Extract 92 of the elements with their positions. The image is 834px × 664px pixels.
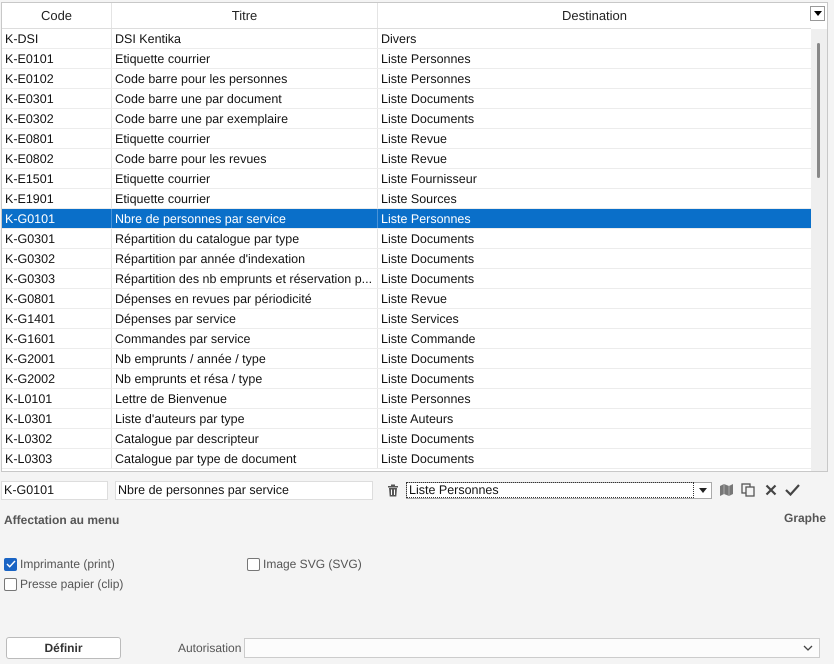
scrollbar[interactable] <box>811 29 827 471</box>
table-cell: Répartition par année d'indexation <box>112 249 378 268</box>
table-cell: Code barre une par document <box>112 89 378 108</box>
table-cell: Catalogue par type de document <box>112 449 378 468</box>
table-cell: K-E0302 <box>2 109 112 128</box>
table-cell-text: Liste Commande <box>380 330 476 348</box>
table-cell-text: Liste Documents <box>380 370 476 388</box>
table-cell-text: Liste Documents <box>380 250 476 268</box>
table-cell: Commandes par service <box>112 329 378 348</box>
caret-icon <box>814 11 822 16</box>
table-cell: K-G0302 <box>2 249 112 268</box>
table-cell: K-G2002 <box>2 369 112 388</box>
table-cell: K-L0302 <box>2 429 112 448</box>
graph-label: Graphe <box>784 511 826 525</box>
section-title: Affectation au menu <box>4 513 120 527</box>
checkbox-label: Imprimante (print) <box>20 557 115 571</box>
caret-icon <box>699 488 707 492</box>
column-menu-button[interactable] <box>810 6 825 21</box>
table-cell: K-G0801 <box>2 289 112 308</box>
table-cell: K-G1401 <box>2 309 112 328</box>
table-cell: Etiquette courrier <box>112 189 378 208</box>
table-cell-text: Liste Documents <box>380 430 476 448</box>
table-cell: Dépenses en revues par périodicité <box>112 289 378 308</box>
table-cell-text: Liste Fournisseur <box>380 170 478 188</box>
table-cell: K-L0303 <box>2 449 112 468</box>
table-cell: K-E0801 <box>2 129 112 148</box>
table-cell-text: Liste Documents <box>380 90 476 108</box>
table-cell: Code barre pour les revues <box>112 149 378 168</box>
table-cell: DSI Kentika <box>112 29 378 48</box>
title-field[interactable]: Nbre de personnes par service <box>115 480 373 500</box>
checkmark-icon[interactable] <box>785 484 800 496</box>
copy-icon[interactable] <box>741 483 755 497</box>
checkbox-label: Image SVG (SVG) <box>263 557 362 571</box>
table-cell-text: Liste Documents <box>380 270 476 288</box>
table-cell: Répartition du catalogue par type <box>112 229 378 248</box>
trash-icon[interactable] <box>387 484 399 496</box>
define-button[interactable]: Définir <box>6 637 121 659</box>
table-cell-text: Liste Personnes <box>380 390 472 408</box>
table-cell: K-E0301 <box>2 89 112 108</box>
checkbox[interactable] <box>247 558 260 570</box>
column-header[interactable]: Code <box>2 3 112 28</box>
table-cell: Etiquette courrier <box>112 49 378 68</box>
table-cell: K-G0303 <box>2 269 112 288</box>
table-cell-text: Liste Auteurs <box>380 410 454 428</box>
table-cell-text: Liste Documents <box>380 350 476 368</box>
code-field[interactable]: K-G0101 <box>1 480 108 500</box>
table-cell: Dépenses par service <box>112 309 378 328</box>
table-cell: K-G2001 <box>2 349 112 368</box>
table-cell: K-G0101 <box>2 209 112 228</box>
table-cell: K-E0802 <box>2 149 112 168</box>
destination-dropdown[interactable]: Liste Personnes <box>406 482 712 498</box>
table-cell-text: Liste Personnes <box>380 50 472 68</box>
table-cell: K-E0101 <box>2 49 112 68</box>
table-cell: K-G1601 <box>2 329 112 348</box>
table-cell-text: Liste Sources <box>380 190 458 208</box>
table-cell: K-DSI <box>2 29 112 48</box>
table-cell-text: Liste Services <box>380 310 460 328</box>
table-cell: K-E0102 <box>2 69 112 88</box>
table-cell: Nb emprunts et résa / type <box>112 369 378 388</box>
table-cell-text: Liste Documents <box>380 110 476 128</box>
chevron-icon <box>803 645 814 651</box>
table-cell: Etiquette courrier <box>112 129 378 148</box>
column-header[interactable]: Destination <box>378 3 811 28</box>
table-cell-text: Liste Personnes <box>380 210 472 228</box>
table-cell: K-G0301 <box>2 229 112 248</box>
close-icon[interactable] <box>765 484 777 496</box>
table-cell: K-E1901 <box>2 189 112 208</box>
authorization-label: Autorisation <box>178 641 242 655</box>
table-cell-text: Liste Revue <box>380 150 448 168</box>
table-cell-text: Liste Documents <box>380 450 476 468</box>
table-cell-text: Liste Documents <box>380 230 476 248</box>
map-icon[interactable] <box>719 483 734 497</box>
column-header[interactable]: Titre <box>112 3 378 28</box>
checkbox[interactable] <box>4 558 17 570</box>
table-cell-text: Liste Revue <box>380 290 448 308</box>
table-cell: Nb emprunts / année / type <box>112 349 378 368</box>
table-cell: Répartition des nb emprunts et réservation p... <box>112 269 378 288</box>
table-cell: K-L0301 <box>2 409 112 428</box>
table-cell: Nbre de personnes par service <box>112 209 378 228</box>
table-cell-text: Liste Revue <box>380 130 448 148</box>
checkbox-label: Presse papier (clip) <box>20 577 124 591</box>
table-cell: Code barre une par exemplaire <box>112 109 378 128</box>
table-cell: Liste d'auteurs par type <box>112 409 378 428</box>
table-cell: Etiquette courrier <box>112 169 378 188</box>
table-cell: Lettre de Bienvenue <box>112 389 378 408</box>
table-cell: K-E1501 <box>2 169 112 188</box>
checkbox[interactable] <box>4 578 17 590</box>
table-cell-text: Divers <box>380 30 418 48</box>
table-cell: Catalogue par descripteur <box>112 429 378 448</box>
table-cell-text: Liste Personnes <box>380 70 472 88</box>
table-cell: K-L0101 <box>2 389 112 408</box>
table-cell: Code barre pour les personnes <box>112 69 378 88</box>
